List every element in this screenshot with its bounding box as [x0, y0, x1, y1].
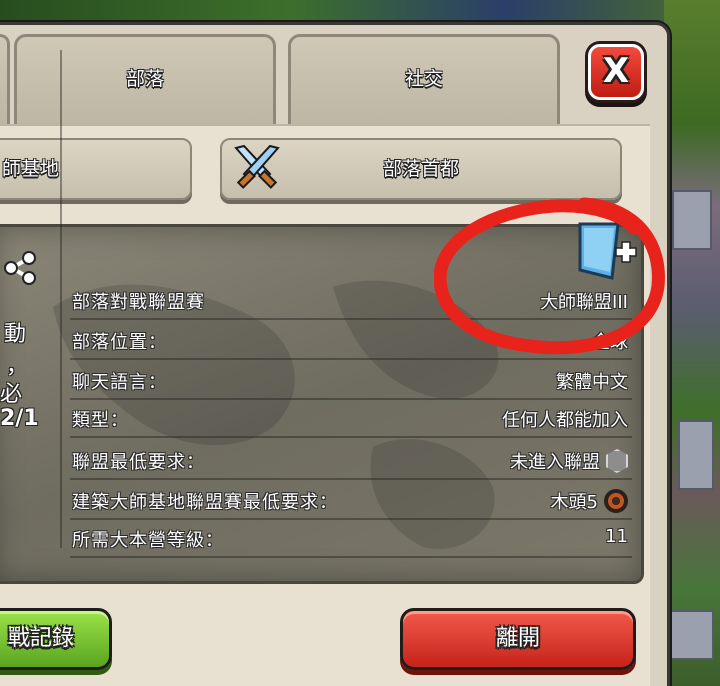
builder-league-row: 建築大師基地聯盟賽最低要求： 木頭5: [70, 482, 632, 520]
type-label: 類型：: [72, 410, 129, 431]
chat-language-value: 繁體中文: [556, 372, 628, 393]
town-hall-value: 11: [605, 526, 628, 547]
board-divider: [60, 50, 62, 548]
min-league-value: 未進入聯盟: [510, 452, 600, 473]
description-fragment: 2/1: [0, 406, 39, 431]
min-league-label: 聯盟最低要求：: [72, 452, 205, 473]
share-icon[interactable]: [2, 250, 38, 286]
leave-clan-button[interactable]: 離開: [400, 608, 636, 670]
location-label: 部落位置：: [72, 332, 167, 353]
war-league-label: 部落對戰聯盟賽: [72, 292, 205, 313]
location-row: 部落位置： 全球: [70, 322, 632, 360]
village-building: [672, 190, 712, 250]
description-fragment: 必: [0, 382, 23, 407]
war-league-row: 部落對戰聯盟賽 大師聯盟III: [70, 282, 632, 320]
description-fragment: 動: [4, 322, 27, 347]
tab-partial[interactable]: [0, 34, 10, 126]
min-league-row: 聯盟最低要求： 未進入聯盟: [70, 442, 632, 480]
type-value: 任何人都能加入: [502, 410, 628, 431]
town-hall-row: 所需大本營等級： 11: [70, 520, 632, 558]
builder-league-label: 建築大師基地聯盟賽最低要求：: [72, 492, 338, 513]
clan-war-league-flag-icon: [578, 222, 637, 280]
clan-capital-tab[interactable]: 部落首都: [220, 138, 622, 200]
builder-league-icon: [604, 489, 628, 513]
type-row: 類型： 任何人都能加入: [70, 400, 632, 438]
builder-league-value: 木頭5: [550, 492, 598, 513]
village-building: [678, 420, 714, 490]
tab-social[interactable]: 社交: [288, 34, 560, 126]
builder-base-tab[interactable]: 師基地: [0, 138, 192, 200]
game-background-village: [664, 0, 720, 686]
close-button[interactable]: X: [588, 44, 644, 100]
village-building: [670, 610, 714, 660]
game-background-top: [0, 0, 720, 24]
war-log-button[interactable]: 戰記錄: [0, 608, 112, 670]
war-league-value: 大師聯盟III: [540, 292, 628, 313]
tab-clan[interactable]: 部落: [14, 34, 276, 126]
unranked-league-icon: [606, 449, 628, 473]
town-hall-label: 所需大本營等級：: [72, 530, 224, 551]
location-value: 全球: [592, 332, 628, 353]
chat-language-label: 聊天語言：: [72, 372, 167, 393]
crossed-swords-icon: [234, 144, 280, 189]
clan-capital-label: 部落首都: [382, 158, 459, 180]
chat-language-row: 聊天語言： 繁體中文: [70, 362, 632, 400]
